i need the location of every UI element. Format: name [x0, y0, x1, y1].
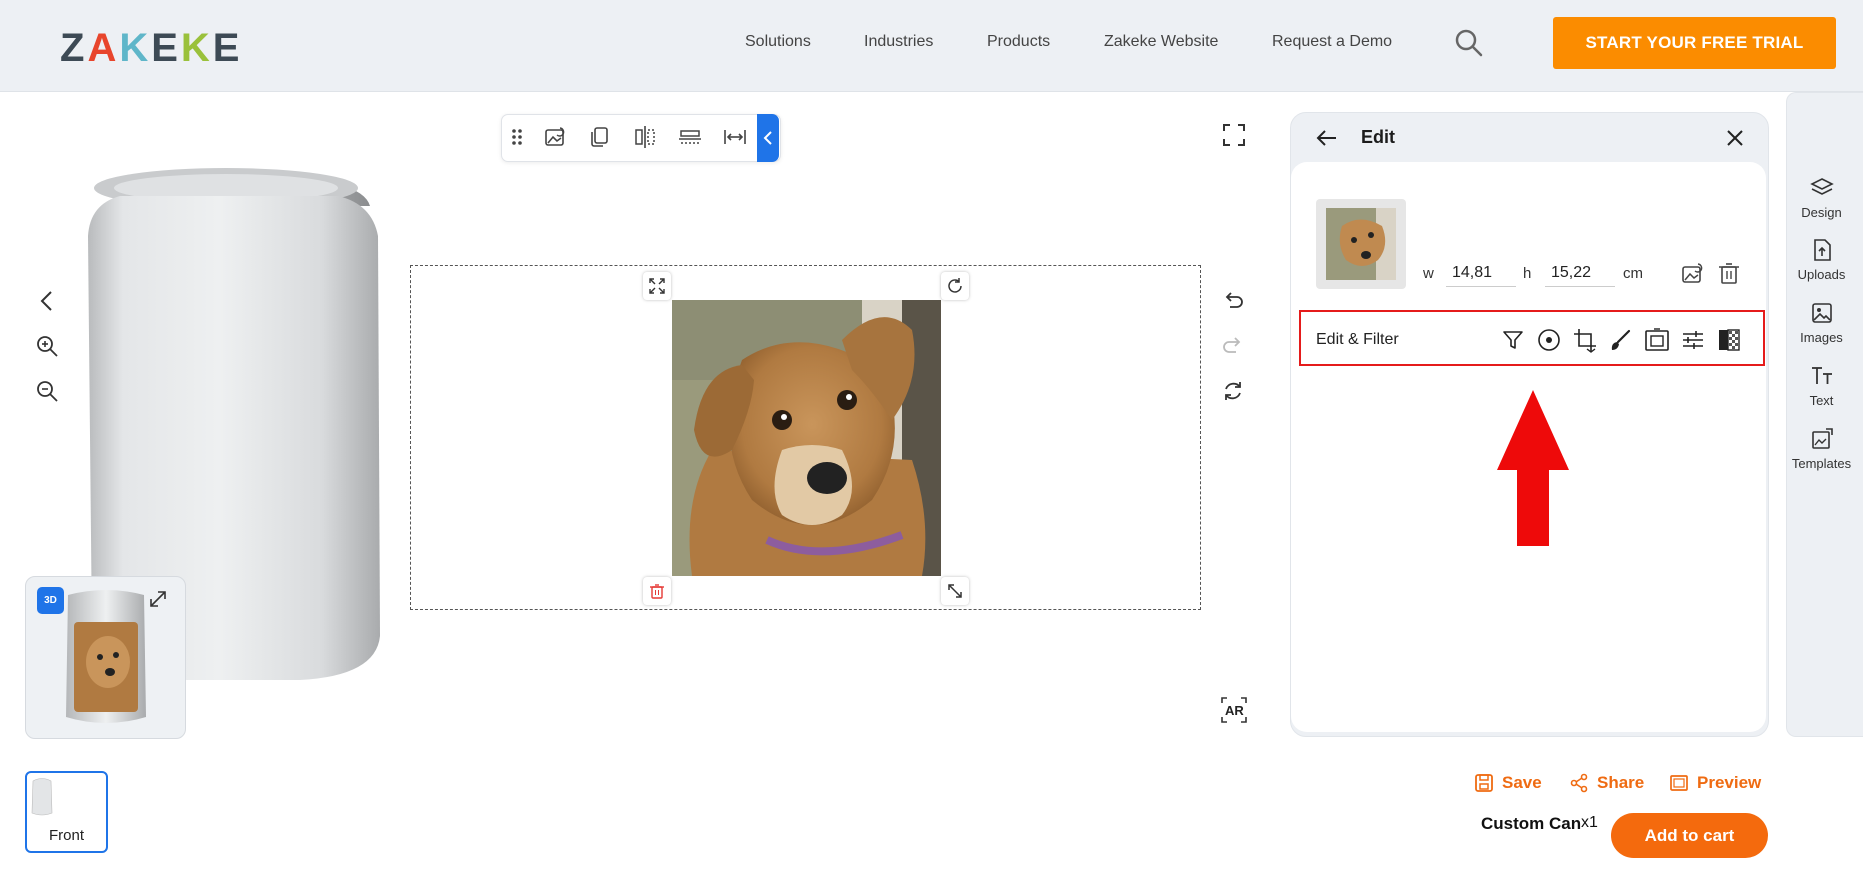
scale-handle-icon[interactable] [643, 272, 671, 300]
edit-panel-title: Edit [1361, 127, 1395, 147]
width-label: w [1423, 265, 1434, 282]
3d-badge: 3D [37, 587, 64, 614]
reset-rotate-icon[interactable] [1220, 378, 1246, 404]
flip-horizontal-icon[interactable] [630, 122, 660, 152]
replace-image-icon[interactable] [540, 122, 570, 152]
duplicate-icon[interactable] [585, 122, 615, 152]
circle-crop-icon[interactable] [1534, 325, 1564, 355]
zoom-out-icon[interactable] [34, 378, 60, 404]
side-nav-text[interactable]: Text [1786, 363, 1857, 408]
share-icon [1570, 773, 1588, 793]
delete-handle-icon[interactable] [643, 577, 671, 605]
nav-industries[interactable]: Industries [864, 33, 933, 51]
selected-image-thumbnail [1316, 199, 1406, 289]
share-label: Share [1597, 773, 1645, 792]
upload-file-icon [1813, 239, 1831, 261]
nav-products[interactable]: Products [987, 33, 1050, 51]
share-button[interactable]: Share [1569, 773, 1644, 793]
uploaded-dog-image[interactable] [672, 300, 941, 576]
rotate-handle-icon[interactable] [941, 272, 969, 300]
side-nav-label: Uploads [1797, 267, 1846, 282]
save-button[interactable]: Save [1474, 773, 1542, 793]
layers-icon [1809, 178, 1834, 195]
nav-request-demo[interactable]: Request a Demo [1272, 33, 1392, 51]
view-front-label: Front [48, 827, 84, 844]
templates-icon [1811, 428, 1833, 449]
start-free-trial-button[interactable]: START YOUR FREE TRIAL [1553, 17, 1836, 69]
save-icon [1475, 774, 1493, 792]
side-nav-label: Text [1809, 393, 1834, 408]
frame-icon[interactable] [1642, 325, 1672, 355]
trash-icon[interactable] [1716, 260, 1742, 286]
collapse-toolbar-button[interactable] [757, 114, 779, 162]
zoom-in-icon[interactable] [34, 333, 60, 359]
drag-handle-icon[interactable] [502, 8, 532, 145]
height-label: h [1523, 265, 1532, 282]
preview-label: Preview [1697, 773, 1762, 792]
side-nav-design[interactable]: Design [1786, 175, 1857, 220]
save-label: Save [1502, 773, 1542, 792]
product-quantity: x1 [1581, 814, 1598, 831]
image-icon [1811, 303, 1832, 323]
chevron-left-icon [763, 131, 772, 145]
side-nav-label: Images [1800, 330, 1843, 345]
nav-zakeke-website[interactable]: Zakeke Website [1104, 33, 1218, 51]
side-nav-label: Design [1801, 205, 1842, 220]
product-name: Custom Can [1481, 814, 1582, 833]
width-input[interactable] [1446, 259, 1516, 287]
search-icon[interactable] [1454, 28, 1484, 58]
side-nav-templates[interactable]: Templates [1786, 426, 1857, 471]
add-to-cart-button[interactable]: Add to cart [1611, 813, 1768, 858]
close-icon[interactable] [1724, 127, 1746, 149]
height-input[interactable] [1545, 259, 1615, 287]
red-annotation-arrow [1497, 390, 1569, 546]
side-nav-images[interactable]: Images [1786, 300, 1857, 345]
replace-image-icon[interactable] [1680, 260, 1706, 286]
align-center-icon[interactable] [675, 122, 705, 152]
ar-view-button[interactable]: AR [1219, 695, 1249, 725]
undo-icon[interactable] [1220, 288, 1246, 314]
zakeke-logo[interactable]: ZAKEKE [60, 26, 242, 71]
resize-handle-icon[interactable] [941, 577, 969, 605]
filter-icon[interactable] [1498, 325, 1528, 355]
transparency-icon[interactable] [1714, 325, 1744, 355]
can-thumbnail-icon [31, 778, 53, 816]
crop-icon[interactable] [1570, 325, 1600, 355]
nav-solutions[interactable]: Solutions [745, 33, 811, 51]
adjust-icon[interactable] [1678, 325, 1708, 355]
text-icon [1811, 367, 1832, 384]
edit-filter-label: Edit & Filter [1316, 331, 1399, 348]
preview-button[interactable]: Preview [1669, 773, 1761, 793]
preview-icon [1670, 775, 1688, 791]
brush-icon[interactable] [1606, 325, 1636, 355]
expand-icon[interactable] [147, 588, 169, 610]
side-nav-label: Templates [1791, 456, 1852, 471]
back-arrow-icon[interactable] [1314, 126, 1340, 150]
chevron-left-icon[interactable] [34, 288, 60, 314]
fit-width-icon[interactable] [720, 122, 750, 152]
ar-label: AR [1225, 703, 1244, 718]
side-nav-uploads[interactable]: Uploads [1786, 237, 1857, 282]
fullscreen-icon[interactable] [1220, 121, 1248, 149]
redo-icon[interactable] [1220, 333, 1246, 359]
unit-label: cm [1623, 265, 1643, 282]
